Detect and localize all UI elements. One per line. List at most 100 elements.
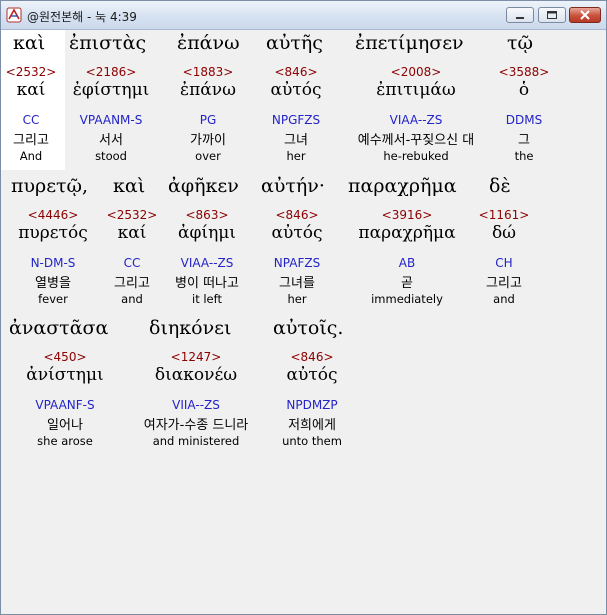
english-gloss: and: [493, 292, 515, 306]
korean-gloss: 예수께서-꾸짖으신 대: [357, 133, 475, 148]
english-gloss: fever: [38, 292, 68, 306]
korean-gloss: 그리고: [13, 133, 49, 148]
lemma-word: δώ: [491, 223, 517, 243]
parsing-code: N-DM-S: [30, 256, 76, 270]
parsing-code: VIAA--ZS: [389, 113, 443, 127]
lemma-word: ἀνίστημι: [26, 365, 104, 385]
parsing-code: NPDMZP: [286, 398, 338, 412]
greek-word[interactable]: αὐτήν·: [261, 175, 325, 197]
strong-number: <2532>: [5, 65, 57, 79]
greek-word[interactable]: δὲ: [489, 175, 511, 197]
korean-gloss: 저희에게: [288, 418, 336, 433]
parsing-code: NPAFZS: [273, 256, 321, 270]
parsing-code: CC: [123, 256, 141, 270]
english-gloss: he-rebuked: [383, 149, 449, 163]
korean-gloss: 서서: [99, 133, 123, 148]
strong-number: <3588>: [498, 65, 550, 79]
parsing-code: VIAA--ZS: [180, 256, 234, 270]
english-gloss: her: [286, 149, 306, 163]
english-gloss: and ministered: [152, 434, 240, 448]
strong-number: <450>: [43, 350, 87, 364]
korean-gloss: 가까이: [190, 133, 226, 148]
greek-word[interactable]: ἀφῆκεν: [168, 175, 239, 197]
korean-gloss: 그녀를: [279, 276, 315, 291]
close-button[interactable]: [569, 7, 601, 23]
strong-number: <4446>: [27, 208, 79, 222]
parsing-code: VPAANF-S: [35, 398, 95, 412]
korean-gloss: 병이 떠나고: [175, 276, 239, 291]
english-gloss: the: [514, 149, 534, 163]
parsing-code: DDMS: [505, 113, 543, 127]
lemma-word: ἐπάνω: [180, 80, 236, 100]
strong-number: <2008>: [390, 65, 442, 79]
lemma-word: αὐτός: [286, 365, 338, 385]
maximize-button[interactable]: [538, 7, 566, 23]
minimize-icon: [516, 17, 524, 19]
lemma-word: αὐτός: [271, 223, 323, 243]
greek-word[interactable]: καὶ: [13, 32, 45, 54]
parsing-code: CH: [495, 256, 513, 270]
greek-word[interactable]: παραχρῆμα: [348, 175, 457, 197]
lemma-word: πυρετός: [18, 223, 88, 243]
korean-gloss: 일어나: [47, 418, 83, 433]
strong-number: <846>: [275, 208, 319, 222]
korean-gloss: 곧: [401, 276, 413, 291]
english-gloss: And: [19, 149, 43, 163]
english-gloss: it left: [192, 292, 222, 306]
maximize-icon: [547, 11, 557, 19]
greek-word[interactable]: ἀναστᾶσα: [9, 317, 108, 339]
greek-word[interactable]: ἐπετίμησεν: [355, 32, 464, 54]
lemma-word: αὐτός: [270, 80, 322, 100]
greek-word[interactable]: αὐτοῖς.: [273, 317, 343, 339]
english-gloss: over: [195, 149, 221, 163]
greek-word[interactable]: τῷ: [507, 32, 533, 54]
greek-word[interactable]: πυρετῷ,: [11, 175, 88, 197]
lemma-word: ἐπιτιμάω: [376, 80, 456, 100]
title-bar[interactable]: @원전본해 - 눅 4:39: [1, 1, 606, 30]
lemma-word: ὁ: [518, 80, 530, 100]
korean-gloss: 그: [518, 133, 530, 148]
interlinear-panel: καὶ <2532> καί CC 그리고 And ἐπιστὰς <2186> ἐφίστημ…: [1, 30, 606, 614]
korean-gloss: 그리고: [114, 276, 150, 291]
strong-number: <1883>: [182, 65, 234, 79]
strong-number: <2532>: [106, 208, 158, 222]
parsing-code: CC: [22, 113, 40, 127]
english-gloss: unto them: [282, 434, 342, 448]
lemma-word: καί: [16, 80, 46, 100]
parsing-code: NPGFZS: [271, 113, 321, 127]
lemma-word: καί: [117, 223, 147, 243]
greek-word[interactable]: καὶ: [113, 175, 145, 197]
greek-word[interactable]: διηκόνει: [149, 317, 231, 339]
korean-gloss: 열병을: [35, 276, 71, 291]
english-gloss: stood: [95, 149, 127, 163]
english-gloss: and: [121, 292, 143, 306]
app-logo-icon: [6, 7, 22, 23]
english-gloss: her: [287, 292, 307, 306]
strong-number: <863>: [185, 208, 229, 222]
lemma-word: διακονέω: [154, 365, 238, 385]
parsing-code: VIIA--ZS: [172, 398, 220, 412]
strong-number: <1161>: [478, 208, 530, 222]
strong-number: <3916>: [381, 208, 433, 222]
parsing-code: AB: [398, 256, 416, 270]
korean-gloss: 여자가-수종 드니라: [143, 418, 249, 433]
strong-number: <2186>: [85, 65, 137, 79]
strong-number: <846>: [274, 65, 318, 79]
lemma-word: παραχρῆμα: [358, 223, 456, 243]
lemma-word: ἐφίστημι: [72, 80, 150, 100]
parsing-code: VPAANM-S: [79, 113, 143, 127]
greek-word[interactable]: αὐτῆς: [266, 32, 323, 54]
strong-number: <846>: [290, 350, 334, 364]
english-gloss: she arose: [37, 434, 93, 448]
app-window: @원전본해 - 눅 4:39 καὶ <2532> καί CC 그리고 And ἐπιστ…: [0, 0, 607, 615]
close-icon: [580, 10, 590, 20]
strong-number: <1247>: [170, 350, 222, 364]
minimize-button[interactable]: [506, 7, 534, 23]
korean-gloss: 그녀: [284, 133, 308, 148]
english-gloss: immediately: [371, 292, 443, 306]
lemma-word: ἀφίημι: [178, 223, 236, 243]
window-title: @원전본해 - 눅 4:39: [27, 10, 137, 24]
greek-word[interactable]: ἐπιστὰς: [69, 32, 146, 54]
greek-word[interactable]: ἐπάνω: [177, 32, 240, 54]
korean-gloss: 그리고: [486, 276, 522, 291]
